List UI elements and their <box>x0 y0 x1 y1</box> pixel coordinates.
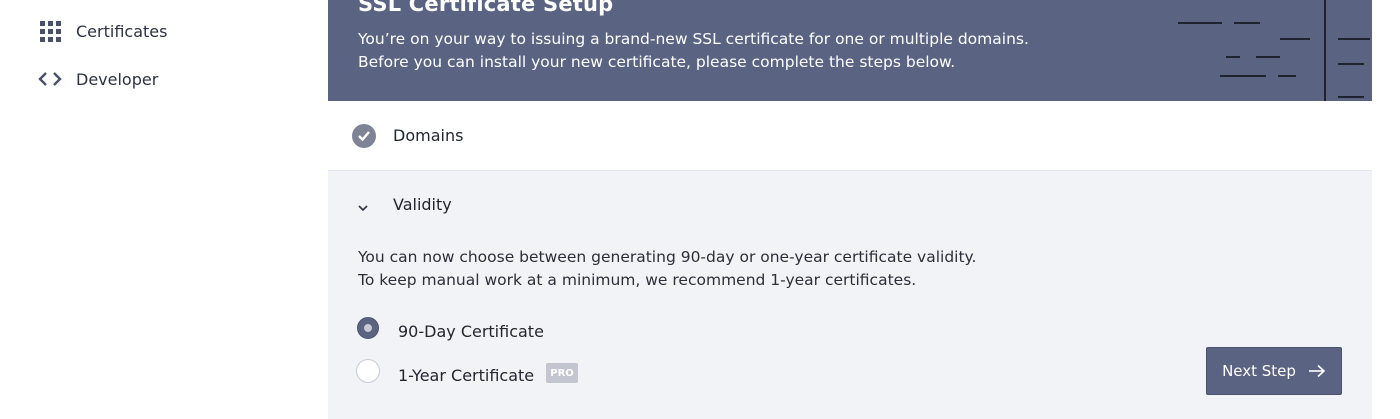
radio-label-90-day[interactable]: 90-Day Certificate <box>398 322 544 341</box>
sidebar-item-label: Certificates <box>76 21 168 41</box>
sidebar-item-certificates[interactable]: Certificates <box>38 19 167 43</box>
chevron-down-icon[interactable] <box>357 199 369 212</box>
radio-90-day[interactable] <box>357 317 379 339</box>
validity-description-1: You can now choose between generating 90… <box>358 248 977 266</box>
next-step-button[interactable]: Next Step <box>1206 347 1342 395</box>
sidebar-item-label: Developer <box>76 69 159 89</box>
banner-line-2: Before you can install your new certific… <box>358 53 956 71</box>
main-panel: SSL Certificate Setup You’re on your way… <box>328 0 1372 419</box>
validity-description-2: To keep manual work at a minimum, we rec… <box>358 271 917 289</box>
step-domains[interactable]: Domains <box>328 101 1372 171</box>
arrow-right-icon <box>1308 364 1326 378</box>
step-title-domains: Domains <box>393 126 464 145</box>
next-step-label: Next Step <box>1222 362 1296 380</box>
pro-badge: PRO <box>546 363 578 383</box>
radio-1-year[interactable] <box>356 359 380 383</box>
sidebar-item-developer[interactable]: Developer <box>38 67 158 91</box>
step-title-validity: Validity <box>393 195 452 214</box>
code-brackets-icon <box>38 67 62 91</box>
grid-icon <box>38 19 62 43</box>
sidebar: Certificates Developer <box>0 0 328 419</box>
setup-banner: SSL Certificate Setup You’re on your way… <box>328 0 1372 101</box>
right-gutter <box>1372 0 1400 419</box>
banner-title: SSL Certificate Setup <box>358 0 614 16</box>
radio-label-1-year[interactable]: 1-Year Certificate <box>398 366 534 385</box>
step-validity: Validity You can now choose between gene… <box>328 171 1372 419</box>
check-circle-icon <box>352 124 376 148</box>
banner-line-1: You’re on your way to issuing a brand-ne… <box>358 30 1029 48</box>
